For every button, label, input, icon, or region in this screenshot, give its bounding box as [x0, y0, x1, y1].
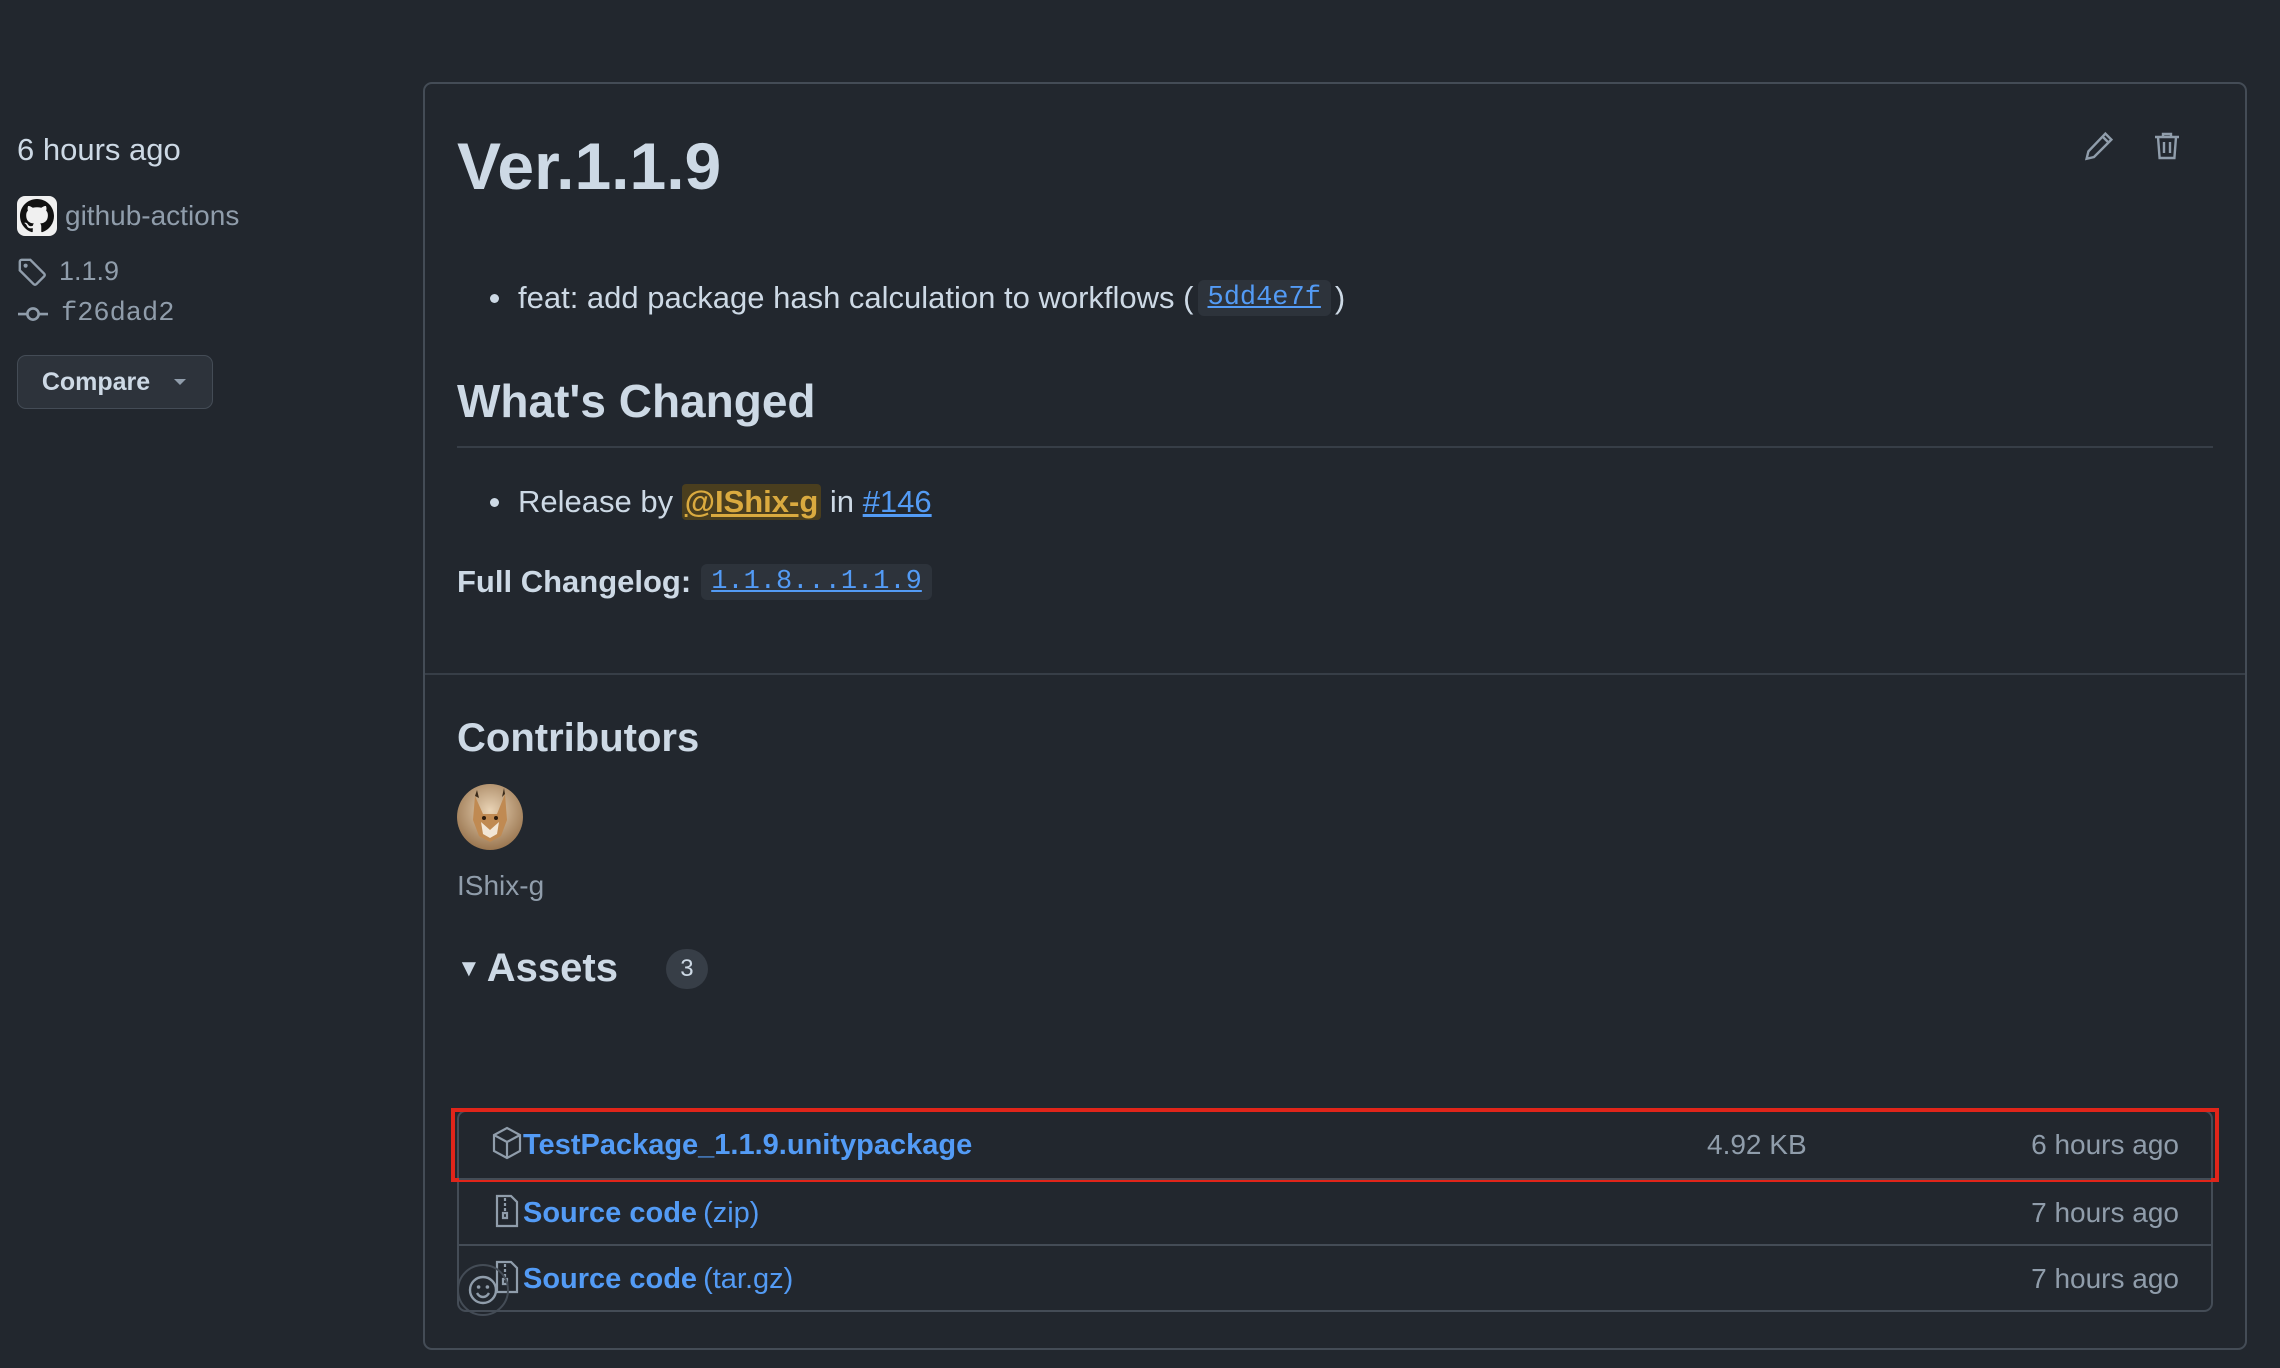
asset-download-link[interactable]: Source code (tar.gz): [523, 1263, 793, 1296]
assets-count-badge: 3: [665, 948, 708, 989]
bullet-dot: [490, 497, 499, 507]
assets-toggle[interactable]: ▼ Assets 3: [457, 946, 708, 991]
asset-name: Source code: [523, 1263, 698, 1295]
smiley-icon: [468, 1275, 498, 1305]
changelog-compare-link[interactable]: 1.1.8...1.1.9: [701, 564, 932, 600]
edit-release-button[interactable]: [2077, 124, 2121, 168]
assets-list: TestPackage_1.1.9.unitypackage 4.92 KB 6…: [451, 1108, 2219, 1312]
tag-icon: [18, 258, 46, 286]
compare-button[interactable]: Compare: [17, 355, 213, 409]
asset-time: 7 hours ago: [2031, 1263, 2179, 1294]
release-note-item: feat: add package hash calculation to wo…: [490, 280, 1345, 316]
pull-request-link[interactable]: #146: [863, 484, 932, 520]
file-zip-icon: [491, 1194, 523, 1233]
bullet-dot: [490, 293, 499, 303]
pencil-icon: [2084, 131, 2114, 161]
asset-download-link[interactable]: Source code (zip): [523, 1197, 759, 1230]
release-tag[interactable]: 1.1.9: [17, 256, 119, 287]
changelog-label: Full Changelog:: [457, 564, 692, 599]
add-reaction-button[interactable]: [457, 1264, 509, 1316]
release-title[interactable]: Ver.1.1.9: [457, 128, 721, 204]
release-note-text: feat: add package hash calculation to wo…: [518, 280, 1194, 315]
trash-icon: [2155, 132, 2179, 160]
card-divider: [425, 673, 2245, 675]
commit-link[interactable]: 5dd4e7f: [1197, 280, 1331, 316]
triangle-down-icon: ▼: [457, 954, 481, 982]
compare-label: Compare: [41, 367, 151, 396]
asset-row[interactable]: Source code (zip) 7 hours ago: [459, 1178, 2211, 1244]
git-commit-icon: [18, 307, 48, 321]
release-note-close: ): [1334, 280, 1346, 315]
chevron-down-icon: [174, 379, 187, 385]
asset-download-link[interactable]: TestPackage_1.1.9.unitypackage: [523, 1129, 972, 1162]
release-card: Ver.1.1.9 feat: add package hash calcula…: [423, 82, 2247, 1350]
assets-heading: Assets: [486, 946, 618, 990]
tag-label: 1.1.9: [59, 256, 120, 286]
asset-time: 7 hours ago: [2031, 1197, 2179, 1228]
release-commit[interactable]: f26dad2: [17, 299, 174, 329]
release-author[interactable]: github-actions: [17, 196, 239, 236]
asset-row[interactable]: TestPackage_1.1.9.unitypackage 4.92 KB 6…: [451, 1108, 2219, 1182]
author-name: github-actions: [65, 200, 240, 231]
asset-name: TestPackage_1.1.9.unitypackage: [523, 1129, 973, 1161]
asset-row[interactable]: Source code (tar.gz) 7 hours ago: [459, 1244, 2211, 1310]
asset-time: 6 hours ago: [2031, 1129, 2179, 1160]
whats-changed-heading: What's Changed: [457, 375, 816, 427]
asset-extension: (zip): [703, 1197, 760, 1229]
commit-sha: f26dad2: [61, 299, 175, 329]
asset-size: 4.92 KB: [1707, 1129, 1807, 1160]
contributor-avatar[interactable]: [457, 784, 523, 850]
asset-name: Source code: [523, 1197, 698, 1229]
release-time: 6 hours ago: [17, 132, 181, 167]
contributors-heading: Contributors: [457, 716, 700, 760]
asset-extension: (tar.gz): [703, 1263, 794, 1295]
delete-release-button[interactable]: [2145, 124, 2189, 168]
package-icon: [491, 1126, 523, 1165]
heading-divider: [457, 446, 2213, 448]
full-changelog: Full Changelog: 1.1.8...1.1.9: [457, 564, 936, 600]
github-actions-avatar: [17, 196, 57, 236]
change-item: Release by @IShix-g in #146: [490, 484, 932, 520]
change-in: in: [829, 484, 855, 519]
user-mention-link[interactable]: @IShix-g: [681, 484, 822, 520]
change-prefix: Release by: [518, 484, 674, 519]
contributor-name[interactable]: IShix-g: [457, 870, 544, 902]
